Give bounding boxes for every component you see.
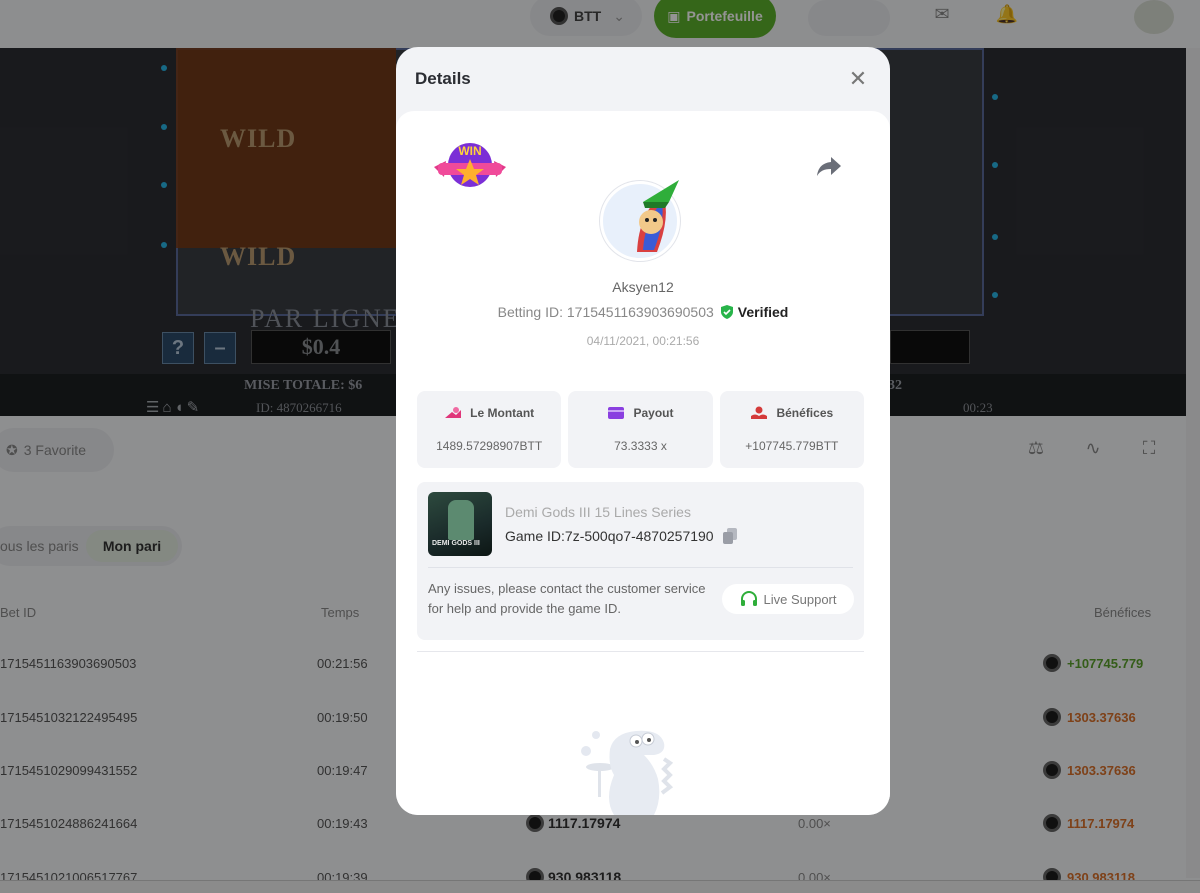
support-help-text: Any issues, please contact the customer … — [428, 581, 706, 616]
avatar-rocket-icon — [637, 180, 679, 252]
username: Aksyen12 — [612, 279, 674, 295]
dinosaur-mascot-icon — [581, 730, 674, 815]
stat-amount-head: Le Montant — [417, 406, 561, 420]
betting-id: Betting ID: 1715451163903690503 — [497, 304, 714, 320]
game-name: Demi Gods III 15 Lines Series — [505, 504, 691, 520]
bet-stats: Le Montant 1489.57298907BTT Payout 73.33… — [417, 391, 864, 468]
stat-profit-head: Bénéfices — [720, 406, 864, 420]
game-id-line: Game ID:7z-500qo7-4870257190 — [505, 527, 738, 545]
stat-profit: Bénéfices +107745.779BTT — [719, 391, 864, 468]
stat-profit-label: Bénéfices — [776, 406, 834, 420]
win-badge-icon: WIN — [434, 143, 506, 187]
modal-body: WIN Aksyen12 Betting ID: 171545116390369… — [396, 111, 890, 815]
game-id: Game ID:7z-500qo7-4870257190 — [505, 528, 714, 544]
verified-label: Verified — [737, 304, 789, 320]
betting-id-line: Betting ID: 1715451163903690503 Verified — [396, 304, 890, 320]
live-support-label: Live Support — [763, 591, 837, 607]
win-badge-text: WIN — [458, 144, 481, 158]
stat-amount: Le Montant 1489.57298907BTT — [417, 391, 562, 468]
modal-header: Details ✕ — [396, 47, 890, 111]
details-modal: Details ✕ WIN Aksyen12 Betting ID: 17154… — [396, 47, 890, 815]
coins-icon — [445, 407, 462, 418]
copy-icon[interactable] — [722, 527, 738, 545]
shield-check-icon — [720, 305, 733, 319]
game-thumbnail-label: DEMI GODS III — [432, 540, 480, 547]
money-hand-icon — [751, 406, 768, 419]
verified-badge: Verified — [720, 304, 789, 320]
divider — [417, 651, 864, 652]
avatar — [600, 180, 680, 261]
stat-amount-label: Le Montant — [470, 406, 535, 420]
headset-icon — [740, 591, 757, 606]
stat-payout: Payout 73.3333 x — [568, 391, 713, 468]
stat-payout-label: Payout — [633, 406, 674, 420]
divider — [428, 567, 853, 568]
bet-date: 04/11/2021, 00:21:56 — [586, 334, 700, 348]
game-thumbnail[interactable]: DEMI GODS III — [428, 492, 492, 556]
stat-payout-value: 73.3333 x — [614, 439, 667, 453]
stat-payout-head: Payout — [568, 406, 712, 420]
stat-profit-value: +107745.779BTT — [745, 439, 839, 453]
modal-title: Details — [415, 69, 471, 88]
share-icon[interactable] — [816, 155, 842, 177]
card-icon — [608, 407, 625, 419]
game-thumbnail-figure — [448, 500, 474, 540]
stat-amount-value: 1489.57298907BTT — [436, 439, 543, 453]
live-support-button[interactable]: Live Support — [722, 584, 854, 614]
close-icon[interactable]: ✕ — [848, 68, 868, 90]
game-info-card: DEMI GODS III Demi Gods III 15 Lines Ser… — [417, 482, 864, 640]
